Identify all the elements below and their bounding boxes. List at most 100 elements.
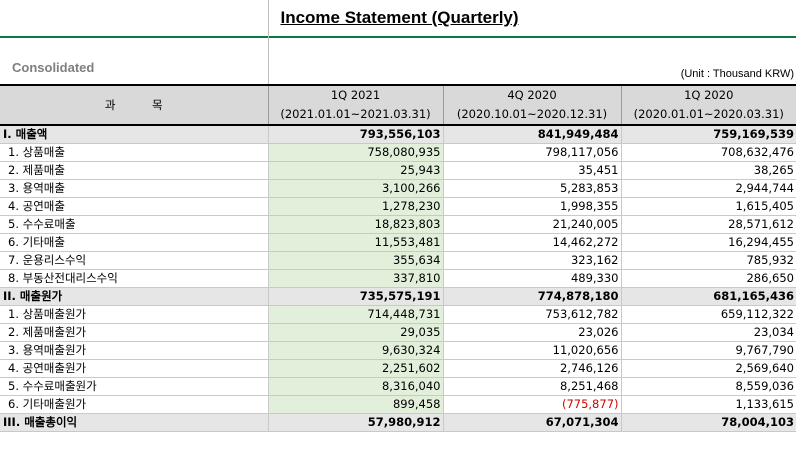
cell-period-3: 286,650	[621, 269, 796, 288]
cell-period-3: 78,004,103	[621, 413, 796, 432]
cell-period-2: 67,071,304	[443, 413, 622, 432]
period-name: 1Q 2020	[684, 88, 734, 102]
cell-period-3: 1,615,405	[621, 197, 796, 216]
cell-period-1: 57,980,912	[268, 413, 444, 432]
cell-period-3: 785,932	[621, 251, 796, 270]
cell-period-3: 708,632,476	[621, 143, 796, 162]
cell-period-1: 11,553,481	[268, 233, 444, 252]
row-label: I. 매출액	[0, 125, 269, 144]
cell-period-1: 899,458	[268, 395, 444, 414]
table-row: 6. 기타매출 11,553,481 14,462,272 16,294,455	[0, 233, 796, 252]
cell-period-1: 735,575,191	[268, 287, 444, 306]
table-body: I. 매출액 793,556,103 841,949,484 759,169,539 1…	[0, 125, 796, 432]
table-row: 7. 운용리스수익 355,634 323,162 785,932	[0, 251, 796, 270]
header-period-2: 4Q 2020 (2020.10.01~2020.12.31)	[443, 84, 622, 126]
table-row: 4. 공연매출원가 2,251,602 2,746,126 2,569,640	[0, 359, 796, 378]
cell-period-2: 35,451	[443, 161, 622, 180]
top-divider	[0, 36, 796, 38]
period-range: (2021.01.01~2021.03.31)	[280, 107, 431, 121]
cell-period-1: 3,100,266	[268, 179, 444, 198]
unit-label: (Unit : Thousand KRW)	[680, 68, 794, 80]
cell-period-2: 1,998,355	[443, 197, 622, 216]
cell-period-1: 18,823,803	[268, 215, 444, 234]
cell-period-2: 14,462,272	[443, 233, 622, 252]
row-label: 5. 수수료매출	[0, 215, 269, 234]
cell-period-1: 714,448,731	[268, 305, 444, 324]
cell-period-3: 28,571,612	[621, 215, 796, 234]
table-row: 6. 기타매출원가 899,458 (775,877) 1,133,615	[0, 395, 796, 414]
cell-period-3: 2,944,744	[621, 179, 796, 198]
period-range: (2020.01.01~2020.03.31)	[633, 107, 784, 121]
header-period-3: 1Q 2020 (2020.01.01~2020.03.31)	[621, 84, 796, 126]
cell-period-3: 9,767,790	[621, 341, 796, 360]
cell-period-1: 337,810	[268, 269, 444, 288]
cell-period-1: 2,251,602	[268, 359, 444, 378]
table-row: 4. 공연매출 1,278,230 1,998,355 1,615,405	[0, 197, 796, 216]
column-divider	[268, 0, 269, 84]
cell-period-2: 323,162	[443, 251, 622, 270]
cell-period-2: 489,330	[443, 269, 622, 288]
cell-period-2: 5,283,853	[443, 179, 622, 198]
row-label: 6. 기타매출	[0, 233, 269, 252]
table-row-section: II. 매출원가 735,575,191 774,878,180 681,165,43…	[0, 287, 796, 306]
cell-period-3: 16,294,455	[621, 233, 796, 252]
table-row: 3. 용역매출 3,100,266 5,283,853 2,944,744	[0, 179, 796, 198]
cell-period-2: 841,949,484	[443, 125, 622, 144]
table-row: 8. 부동산전대리스수익 337,810 489,330 286,650	[0, 269, 796, 288]
cell-period-2: 23,026	[443, 323, 622, 342]
cell-period-2: 753,612,782	[443, 305, 622, 324]
row-label: 2. 제품매출원가	[0, 323, 269, 342]
row-label: 4. 공연매출	[0, 197, 269, 216]
row-label: 3. 용역매출	[0, 179, 269, 198]
period-name: 1Q 2021	[330, 88, 381, 102]
row-label: 4. 공연매출원가	[0, 359, 269, 378]
row-label: 3. 용역매출원가	[0, 341, 269, 360]
cell-period-2: 21,240,005	[443, 215, 622, 234]
period-range: (2020.10.01~2020.12.31)	[456, 107, 608, 121]
cell-period-2: 774,878,180	[443, 287, 622, 306]
page-title: Income Statement (Quarterly)	[280, 8, 519, 27]
table-header: 과 목 1Q 2021 (2021.01.01~2021.03.31) 4Q 2…	[0, 84, 796, 126]
cell-period-1: 8,316,040	[268, 377, 444, 396]
cell-period-1: 25,943	[268, 161, 444, 180]
cell-period-3: 8,559,036	[621, 377, 796, 396]
row-label: 1. 상품매출	[0, 143, 269, 162]
cell-period-3: 681,165,436	[621, 287, 796, 306]
row-label: III. 매출총이익	[0, 413, 269, 432]
row-label: 1. 상품매출원가	[0, 305, 269, 324]
period-name: 4Q 2020	[507, 88, 557, 102]
table-row: 1. 상품매출 758,080,935 798,117,056 708,632,476	[0, 143, 796, 162]
table-row: 5. 수수료매출 18,823,803 21,240,005 28,571,612	[0, 215, 796, 234]
scope-label: Consolidated	[12, 60, 95, 75]
cell-period-3: 759,169,539	[621, 125, 796, 144]
cell-period-1: 1,278,230	[268, 197, 444, 216]
cell-period-2: 8,251,468	[443, 377, 622, 396]
cell-period-2: 11,020,656	[443, 341, 622, 360]
cell-period-2: 2,746,126	[443, 359, 622, 378]
table-row: 3. 용역매출원가 9,630,324 11,020,656 9,767,790	[0, 341, 796, 360]
header-item-column: 과 목	[0, 84, 269, 126]
cell-period-3: 2,569,640	[621, 359, 796, 378]
cell-period-1: 29,035	[268, 323, 444, 342]
table-row-section: III. 매출총이익 57,980,912 67,071,304 78,004,103	[0, 413, 796, 432]
cell-period-2: 798,117,056	[443, 143, 622, 162]
row-label: 7. 운용리스수익	[0, 251, 269, 270]
cell-period-2: (775,877)	[443, 395, 622, 414]
cell-period-1: 793,556,103	[268, 125, 444, 144]
cell-period-1: 9,630,324	[268, 341, 444, 360]
row-label: 6. 기타매출원가	[0, 395, 269, 414]
cell-period-3: 659,112,322	[621, 305, 796, 324]
income-statement-table: 과 목 1Q 2021 (2021.01.01~2021.03.31) 4Q 2…	[0, 84, 796, 432]
cell-period-1: 758,080,935	[268, 143, 444, 162]
header-period-1: 1Q 2021 (2021.01.01~2021.03.31)	[268, 84, 444, 126]
table-row: 1. 상품매출원가 714,448,731 753,612,782 659,112,3…	[0, 305, 796, 324]
cell-period-1: 355,634	[268, 251, 444, 270]
table-row: 5. 수수료매출원가 8,316,040 8,251,468 8,559,036	[0, 377, 796, 396]
row-label: 2. 제품매출	[0, 161, 269, 180]
cell-period-3: 1,133,615	[621, 395, 796, 414]
row-label: 5. 수수료매출원가	[0, 377, 269, 396]
row-label: 8. 부동산전대리스수익	[0, 269, 269, 288]
table-row: 2. 제품매출원가 29,035 23,026 23,034	[0, 323, 796, 342]
table-row-section: I. 매출액 793,556,103 841,949,484 759,169,539	[0, 125, 796, 144]
table-row: 2. 제품매출 25,943 35,451 38,265	[0, 161, 796, 180]
